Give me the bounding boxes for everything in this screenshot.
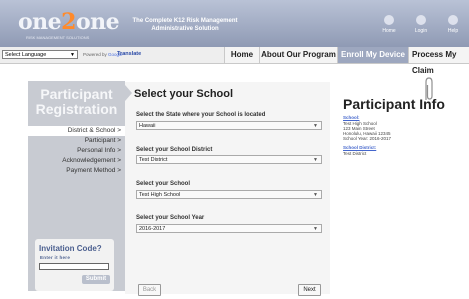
school-select-value: Test High School bbox=[139, 192, 181, 198]
panel-arrow bbox=[125, 85, 132, 101]
school-year-select-value: 2016-2017 bbox=[139, 226, 166, 232]
help-label: Help bbox=[447, 28, 459, 34]
site-header: one2one RISK MANAGEMENT SOLUTIONS The Co… bbox=[0, 0, 469, 47]
state-label: Select the State where your School is lo… bbox=[136, 112, 266, 118]
sidebar-title-line-2: Registration bbox=[35, 101, 118, 117]
home-link[interactable]: Home bbox=[378, 15, 400, 34]
home-icon bbox=[384, 15, 394, 25]
tagline: The Complete K12 Risk Management Adminis… bbox=[125, 17, 245, 33]
nav-bar: Select Language ▼ Powered by Google Tran… bbox=[0, 47, 469, 75]
school-year-label: Select your School Year bbox=[136, 215, 205, 221]
logo-text-pre: one bbox=[18, 9, 62, 35]
form-title: Select your School bbox=[134, 88, 234, 100]
chevron-down-icon: ▼ bbox=[313, 123, 318, 129]
logo-text-post: one bbox=[75, 9, 120, 35]
tagline-line-2: Administrative Solution bbox=[151, 26, 219, 32]
school-select[interactable]: Test High School ▼ bbox=[136, 190, 322, 199]
help-icon bbox=[448, 15, 458, 25]
login-label: Login bbox=[414, 28, 428, 34]
login-link[interactable]: Login bbox=[410, 15, 432, 34]
next-button[interactable]: Next bbox=[298, 284, 321, 296]
tab-home[interactable]: Home bbox=[224, 47, 259, 63]
invitation-subtitle: Enter it here bbox=[40, 255, 71, 260]
registration-sidebar: Participant Registration District & Scho… bbox=[28, 81, 125, 291]
step-payment-method: Payment Method > bbox=[66, 167, 121, 174]
school-heading: School: bbox=[343, 115, 360, 120]
home-label: Home bbox=[382, 28, 396, 34]
chevron-down-icon: ▼ bbox=[313, 226, 318, 232]
chevron-down-icon: ▼ bbox=[313, 192, 318, 198]
login-icon bbox=[416, 15, 426, 25]
tagline-line-1: The Complete K12 Risk Management bbox=[132, 18, 238, 24]
district-line: Test District bbox=[343, 151, 367, 156]
invitation-code-input[interactable] bbox=[39, 263, 109, 270]
step-list: District & School > Participant > Person… bbox=[28, 126, 125, 176]
logo-subtitle: RISK MANAGEMENT SOLUTIONS bbox=[26, 35, 90, 40]
school-year-select[interactable]: 2016-2017 ▼ bbox=[136, 224, 322, 233]
district-heading: School District: bbox=[343, 145, 377, 150]
school-line: School Year: 2016-2017 bbox=[343, 136, 392, 141]
help-link[interactable]: Help bbox=[442, 15, 464, 34]
back-button[interactable]: Back bbox=[138, 284, 161, 296]
logo[interactable]: one2one bbox=[18, 9, 120, 35]
invitation-code-box: Invitation Code? Enter it here Submit bbox=[35, 239, 114, 291]
district-select-value: Test District bbox=[139, 157, 168, 163]
district-label: Select your School District bbox=[136, 147, 213, 153]
translate-link[interactable]: Translate bbox=[117, 51, 141, 57]
sidebar-title-line-1: Participant bbox=[40, 86, 113, 102]
step-participant: Participant > bbox=[84, 137, 121, 144]
language-select[interactable]: Select Language ▼ bbox=[2, 50, 78, 59]
submit-button[interactable]: Submit bbox=[82, 275, 110, 284]
tab-enroll-my-device[interactable]: Enroll My Device bbox=[337, 47, 408, 63]
chevron-down-icon: ▼ bbox=[313, 157, 318, 163]
state-select-value: Hawaii bbox=[139, 123, 156, 129]
sidebar-title: Participant Registration bbox=[28, 87, 125, 117]
step-acknowledgement: Acknowledgement > bbox=[62, 157, 121, 164]
participant-info-title: Participant Info bbox=[343, 96, 445, 112]
chevron-down-icon: ▼ bbox=[70, 52, 75, 58]
invitation-title: Invitation Code? bbox=[39, 244, 102, 253]
school-label: Select your School bbox=[136, 181, 191, 187]
language-select-value: Select Language bbox=[5, 52, 47, 58]
logo-text-mid: 2 bbox=[61, 9, 76, 35]
tab-process-my-claim[interactable]: Process My Claim bbox=[408, 47, 469, 75]
powered-by-text: Powered by bbox=[83, 52, 107, 57]
step-district-school: District & School > bbox=[28, 126, 125, 136]
district-select[interactable]: Test District ▼ bbox=[136, 155, 322, 164]
step-personal-info: Personal Info > bbox=[77, 147, 121, 154]
state-select[interactable]: Hawaii ▼ bbox=[136, 121, 322, 130]
tab-about-our-program[interactable]: About Our Program bbox=[259, 47, 337, 63]
